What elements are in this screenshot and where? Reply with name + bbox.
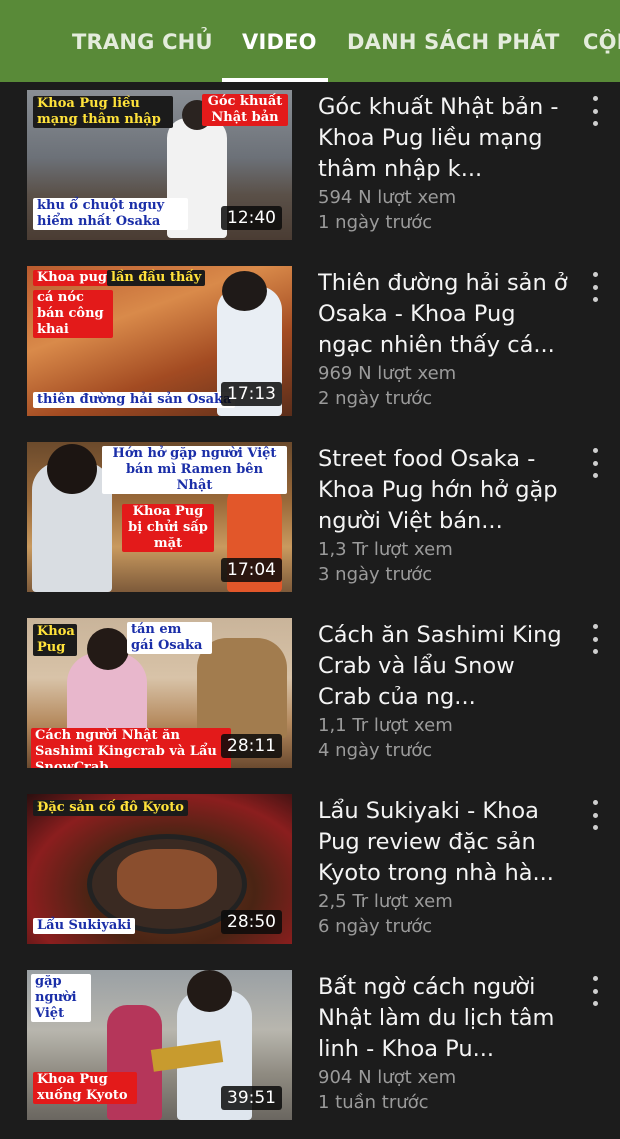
thumbnail-caption: Lẩu Sukiyaki (33, 918, 136, 934)
video-age: 1 tuần trước (318, 1092, 429, 1113)
video-title[interactable]: Góc khuất Nhật bản - Khoa Pug liều mạng … (318, 92, 568, 185)
video-title[interactable]: Street food Osaka - Khoa Pug hớn hở gặp … (318, 444, 568, 537)
video-duration: 17:13 (221, 382, 282, 406)
video-duration: 12:40 (221, 206, 282, 230)
video-thumbnail[interactable]: gặp người Việt Khoa Pug xuống Kyoto 39:5… (27, 970, 292, 1120)
video-views: 904 N lượt xem (318, 1067, 457, 1088)
thumbnail-caption: Khoa Pug xuống Kyoto (33, 1072, 137, 1104)
thumbnail-caption: Khoa Pug bị chửi sấp mặt (122, 504, 214, 552)
thumbnail-caption: gặp người Việt (31, 974, 91, 1022)
thumbnail-caption: Khoa pug (33, 270, 112, 286)
tab-video[interactable]: VIDEO (242, 30, 317, 54)
video-views: 1,1 Tr lượt xem (318, 715, 453, 736)
video-age: 6 ngày trước (318, 916, 433, 937)
video-thumbnail[interactable]: Khoa Pug liều mạng thâm nhập Góc khuất N… (27, 90, 292, 240)
video-age: 4 ngày trước (318, 740, 433, 761)
video-age: 2 ngày trước (318, 388, 433, 409)
video-views: 969 N lượt xem (318, 363, 457, 384)
video-item[interactable]: Khoa pug lần đầu thấy cá nóc bán công kh… (0, 258, 620, 434)
video-duration: 28:50 (221, 910, 282, 934)
video-title[interactable]: Lẩu Sukiyaki - Khoa Pug review đặc sản K… (318, 796, 568, 889)
more-options-icon[interactable] (586, 624, 604, 654)
thumbnail-caption: khu ổ chuột nguy hiểm nhất Osaka (33, 198, 188, 230)
thumbnail-caption: Cách người Nhật ăn Sashimi Kingcrab và L… (31, 728, 231, 768)
video-item[interactable]: Hớn hở gặp người Việt bán mì Ramen bên N… (0, 434, 620, 610)
tab-playlists[interactable]: DANH SÁCH PHÁT (347, 30, 560, 54)
video-age: 3 ngày trước (318, 564, 433, 585)
video-title[interactable]: Bất ngờ cách người Nhật làm du lịch tâm … (318, 972, 568, 1065)
video-thumbnail[interactable]: Khoa pug lần đầu thấy cá nóc bán công kh… (27, 266, 292, 416)
thumbnail-caption: Khoa Pug (33, 624, 77, 656)
video-item[interactable]: gặp người Việt Khoa Pug xuống Kyoto 39:5… (0, 962, 620, 1138)
video-thumbnail[interactable]: Khoa Pug tán em gái Osaka Cách người Nhậ… (27, 618, 292, 768)
video-title[interactable]: Thiên đường hải sản ở Osaka - Khoa Pug n… (318, 268, 568, 361)
thumbnail-caption: Khoa Pug liều mạng thâm nhập (33, 96, 173, 128)
video-duration: 17:04 (221, 558, 282, 582)
more-options-icon[interactable] (586, 976, 604, 1006)
thumbnail-caption: thiên đường hải sản Osaka (33, 392, 236, 408)
thumbnail-caption: Góc khuất Nhật bản (202, 94, 288, 126)
more-options-icon[interactable] (586, 448, 604, 478)
video-duration: 39:51 (221, 1086, 282, 1110)
channel-tab-bar: TRANG CHỦ VIDEO DANH SÁCH PHÁT CỘNG (0, 0, 620, 82)
thumbnail-caption: lần đầu thấy (107, 270, 206, 286)
tab-home[interactable]: TRANG CHỦ (72, 30, 213, 54)
tab-community[interactable]: CỘNG (583, 30, 620, 54)
video-views: 594 N lượt xem (318, 187, 457, 208)
video-thumbnail[interactable]: Hớn hở gặp người Việt bán mì Ramen bên N… (27, 442, 292, 592)
video-views: 1,3 Tr lượt xem (318, 539, 453, 560)
video-thumbnail[interactable]: Đặc sản cố đô Kyoto Lẩu Sukiyaki 28:50 (27, 794, 292, 944)
thumbnail-caption: cá nóc bán công khai (33, 290, 113, 338)
thumbnail-caption: tán em gái Osaka (127, 622, 212, 654)
video-title[interactable]: Cách ăn Sashimi King Crab và lẩu Snow Cr… (318, 620, 568, 713)
video-age: 1 ngày trước (318, 212, 433, 233)
more-options-icon[interactable] (586, 800, 604, 830)
more-options-icon[interactable] (586, 96, 604, 126)
video-item[interactable]: Khoa Pug liều mạng thâm nhập Góc khuất N… (0, 82, 620, 258)
video-item[interactable]: Khoa Pug tán em gái Osaka Cách người Nhậ… (0, 610, 620, 786)
more-options-icon[interactable] (586, 272, 604, 302)
video-duration: 28:11 (221, 734, 282, 758)
video-item[interactable]: Đặc sản cố đô Kyoto Lẩu Sukiyaki 28:50 L… (0, 786, 620, 962)
video-views: 2,5 Tr lượt xem (318, 891, 453, 912)
thumbnail-caption: Đặc sản cố đô Kyoto (33, 800, 188, 816)
thumbnail-caption: Hớn hở gặp người Việt bán mì Ramen bên N… (102, 446, 287, 494)
